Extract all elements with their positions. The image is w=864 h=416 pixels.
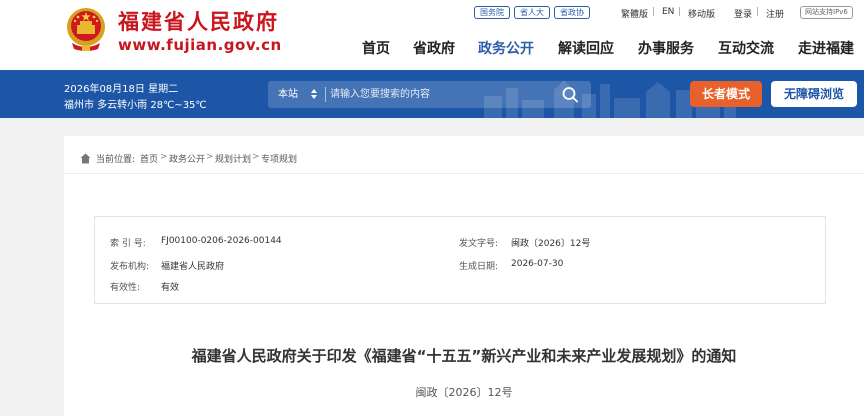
breadcrumb-label: 当前位置:: [96, 155, 136, 165]
accessibility-button[interactable]: 无障碍浏览: [771, 81, 857, 107]
creation-date-label: 生成日期:: [459, 262, 499, 272]
site-name[interactable]: 福建省人民政府: [118, 6, 279, 36]
ipv6-badge: 网站支持IPv6: [800, 6, 853, 19]
breadcrumb-divider: [64, 173, 864, 174]
publisher-label: 发布机构:: [110, 262, 150, 272]
current-date: 2026年08月18日 星期二: [64, 84, 179, 95]
document-number-value: 闽政〔2026〕12号: [511, 239, 591, 249]
top-link-provincial-congress[interactable]: 省人大: [514, 6, 550, 19]
nav-provincial-government[interactable]: 省政府: [413, 38, 455, 58]
document-metadata: 索 引 号: FJ00100-0206-2026-00144 发文字号: 闽政〔…: [94, 216, 826, 304]
nav-services[interactable]: 办事服务: [638, 38, 694, 58]
breadcrumb-separator: >: [206, 152, 214, 162]
nav-about-fujian[interactable]: 走进福建: [798, 38, 854, 58]
national-emblem-icon[interactable]: [64, 5, 108, 53]
weather-info: 福州市 多云转小雨 28℃~35℃: [64, 100, 207, 111]
index-number-label: 索 引 号:: [110, 239, 146, 249]
search-box: 本站: [268, 81, 591, 108]
document-number-label: 发文字号:: [459, 239, 499, 249]
index-number-value: FJ00100-0206-2026-00144: [161, 236, 282, 246]
top-links: 国务院 省人大 省政协: [474, 6, 590, 19]
breadcrumb-home[interactable]: 首页: [140, 152, 158, 165]
creation-date-value: 2026-07-30: [511, 259, 564, 269]
search-scope-select[interactable]: 本站: [278, 81, 298, 108]
util-divider: |: [652, 7, 656, 17]
login-link[interactable]: 登录: [734, 7, 752, 20]
search-icon[interactable]: [558, 84, 582, 105]
validity-value: 有效: [161, 283, 180, 293]
elder-mode-button[interactable]: 长者模式: [690, 81, 762, 107]
mobile-version-link[interactable]: 移动版: [688, 7, 715, 20]
traditional-chinese-link[interactable]: 繁體版: [621, 7, 648, 20]
english-link[interactable]: EN: [662, 7, 674, 17]
nav-home[interactable]: 首页: [362, 38, 390, 58]
document-title: 福建省人民政府关于印发《福建省“十五五”新兴产业和未来产业发展规划》的通知: [191, 347, 737, 365]
util-divider: |: [678, 7, 682, 17]
breadcrumb-separator: >: [160, 152, 168, 162]
top-link-provincial-cppcc[interactable]: 省政协: [554, 6, 590, 19]
content-panel: 当前位置: 首页 > 政务公开 > 规划计划 > 专项规划 索 引 号: FJ0…: [64, 136, 864, 416]
breadcrumb-plans[interactable]: 规划计划: [215, 152, 251, 165]
site-header: 福建省人民政府 www.fujian.gov.cn 国务院 省人大 省政协 繁體…: [0, 0, 864, 70]
register-link[interactable]: 注册: [766, 7, 784, 20]
nav-interpretation[interactable]: 解读回应: [558, 38, 614, 58]
validity-label: 有效性:: [110, 283, 141, 293]
sort-arrows-icon[interactable]: [310, 87, 318, 101]
nav-government-affairs[interactable]: 政务公开: [478, 38, 534, 58]
publisher-value: 福建省人民政府: [161, 262, 225, 272]
breadcrumb-special-plans[interactable]: 专项规划: [261, 152, 297, 165]
home-icon: [80, 153, 91, 164]
site-url[interactable]: www.fujian.gov.cn: [118, 36, 282, 54]
top-link-state-council[interactable]: 国务院: [474, 6, 510, 19]
util-divider: |: [756, 7, 760, 17]
search-input[interactable]: [330, 84, 550, 105]
search-divider: [325, 87, 326, 102]
breadcrumb-government-affairs[interactable]: 政务公开: [169, 152, 205, 165]
document-number: 闽政〔2026〕12号: [415, 386, 513, 399]
search-banner: 2026年08月18日 星期二 福州市 多云转小雨 28℃~35℃ 本站 长者模…: [0, 70, 864, 118]
nav-interaction[interactable]: 互动交流: [718, 38, 774, 58]
breadcrumb-separator: >: [252, 152, 260, 162]
